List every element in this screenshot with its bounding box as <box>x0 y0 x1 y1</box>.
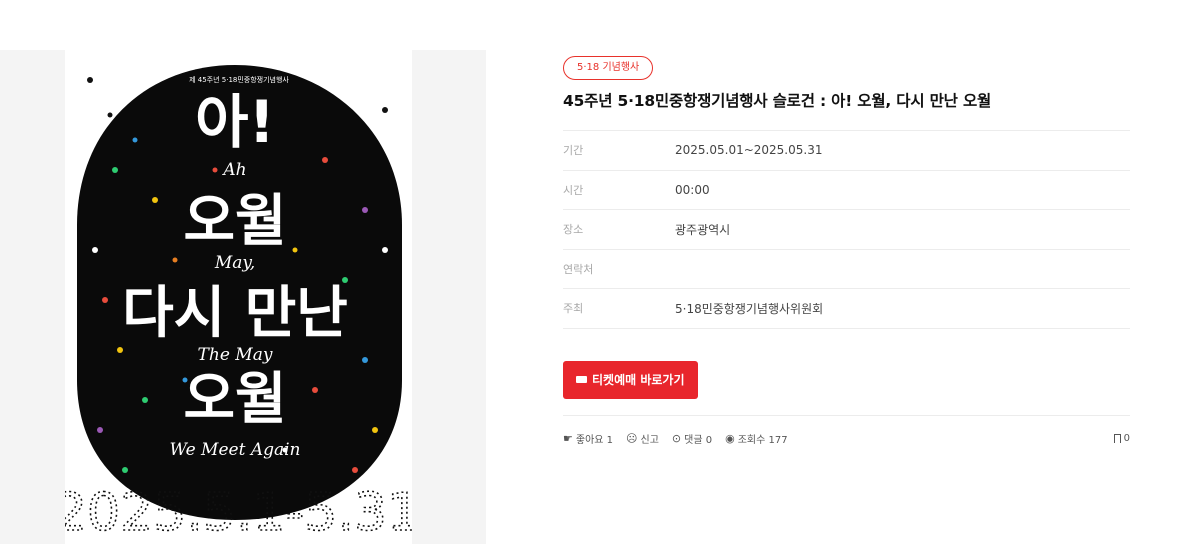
info-row-time: 시간 00:00 <box>563 171 1130 210</box>
like-label: 좋아요 1 <box>575 434 614 446</box>
report-label: 신고 <box>640 434 659 446</box>
poster-top-caption: 제 45주년 5·18민중항쟁기념행사 <box>189 75 289 84</box>
poster-line4: May, <box>214 253 255 273</box>
info-table: 기간 2025.05.01~2025.05.31 시간 00:00 장소 광주광… <box>563 130 1130 329</box>
info-row-period: 기간 2025.05.01~2025.05.31 <box>563 131 1130 171</box>
comment-button[interactable]: ⊙ 댓글 0 <box>672 431 712 446</box>
poster-line7: 오월 <box>183 367 286 432</box>
comment-icon: ⊙ <box>671 431 682 445</box>
comment-label: 댓글 0 <box>684 434 713 446</box>
ticket-booking-button[interactable]: 티켓예매 바로가기 <box>563 360 698 399</box>
poster-line5: 다시 만난 <box>122 281 348 346</box>
event-poster: 제 45주년 5·18민중항쟁기념행사 아! Ah 오월 May, 다시 만난 … <box>65 50 412 544</box>
poster-line2: Ah <box>221 160 246 180</box>
action-bar: ☛ 좋아요 1 ☹ 신고 ⊙ 댓글 0 ◉ 조회수 177 0 <box>563 414 1130 446</box>
info-label: 주최 <box>563 302 584 316</box>
bookmark-button[interactable]: 0 <box>1113 432 1130 444</box>
poster-dates: 2025.5.1-5.31 <box>65 483 412 543</box>
category-badge[interactable]: 5·18 기념행사 <box>563 56 654 80</box>
views-label: 조회수 177 <box>737 434 788 446</box>
views-count: ◉ 조회수 177 <box>725 431 787 446</box>
report-button[interactable]: ☹ 신고 <box>626 431 659 446</box>
info-label: 시간 <box>563 183 584 197</box>
info-label: 장소 <box>563 223 584 237</box>
info-row-host: 주최 5·18민중항쟁기념행사위원회 <box>563 289 1130 329</box>
info-value: 2025.05.01~2025.05.31 <box>675 143 823 158</box>
info-label: 연락처 <box>563 262 594 276</box>
info-label: 기간 <box>563 144 584 158</box>
poster-artwork: 제 45주년 5·18민중항쟁기념행사 아! Ah 오월 May, 다시 만난 … <box>65 65 412 544</box>
event-detail: 5·18 기념행사 45주년 5·18민중항쟁기념행사 슬로건 : 아! 오월,… <box>563 55 1130 446</box>
event-title: 45주년 5·18민중항쟁기념행사 슬로건 : 아! 오월, 다시 만난 오월 <box>563 92 992 110</box>
bookmark-icon <box>1113 433 1121 443</box>
ticket-button-label: 티켓예매 바로가기 <box>592 373 685 387</box>
poster-line6: The May <box>198 345 273 365</box>
bookmark-count: 0 <box>1123 432 1130 444</box>
info-value: 광주광역시 <box>675 222 731 237</box>
like-button[interactable]: ☛ 좋아요 1 <box>563 431 613 446</box>
thumbs-up-icon: ☛ <box>563 431 573 445</box>
info-row-contact: 연락처 <box>563 250 1130 289</box>
info-row-place: 장소 광주광역시 <box>563 210 1130 250</box>
eye-icon: ◉ <box>725 431 735 445</box>
ticket-icon <box>576 376 587 383</box>
info-value: 00:00 <box>675 182 710 197</box>
poster-line3: 오월 <box>183 189 286 254</box>
poster-line1: 아! <box>195 88 275 156</box>
report-icon: ☹ <box>626 431 638 445</box>
poster-line8: We Meet Again <box>170 440 301 460</box>
info-value: 5·18민중항쟁기념행사위원회 <box>675 301 824 316</box>
